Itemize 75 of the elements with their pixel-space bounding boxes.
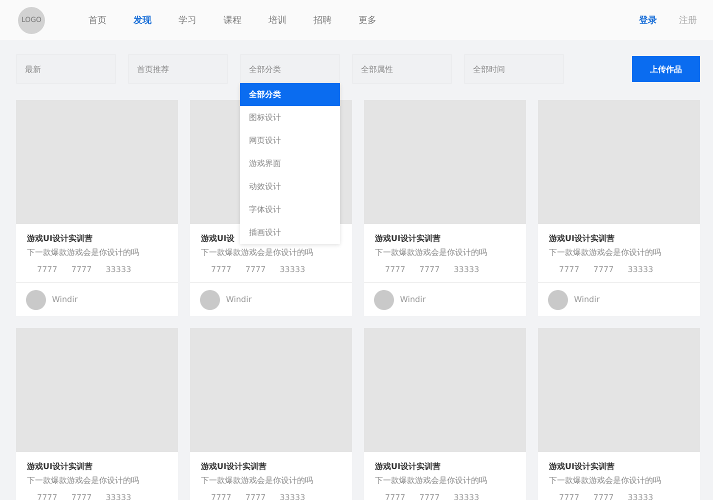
dropdown-option[interactable]: 插画设计	[240, 221, 340, 244]
author-name[interactable]: Windir	[400, 295, 426, 304]
nav-link[interactable]: 发现	[120, 14, 165, 26]
nav-link[interactable]: 首页	[75, 14, 120, 26]
stat-count: 7777	[245, 265, 266, 274]
stat-count: 33333	[628, 493, 654, 500]
card-description: 下一款爆款游戏会是你设计的吗	[27, 247, 140, 258]
stat-count: 33333	[280, 265, 306, 274]
card-description: 下一款爆款游戏会是你设计的吗	[27, 475, 140, 486]
cover-image[interactable]	[16, 328, 178, 452]
stat-count: 7777	[419, 265, 440, 274]
author-name[interactable]: Windir	[574, 295, 600, 304]
avatar-icon[interactable]	[548, 290, 568, 310]
card-title[interactable]: 游戏UI设计实训营	[201, 461, 341, 472]
nav-link[interactable]: 培训	[255, 14, 300, 26]
nav-link[interactable]: 学习	[165, 14, 210, 26]
stat-count: 33333	[280, 493, 306, 500]
stat-count: 7777	[245, 493, 266, 500]
card-description: 下一款爆款游戏会是你设计的吗	[375, 247, 488, 258]
stat-count: 33333	[106, 265, 132, 274]
stat-count: 7777	[211, 265, 232, 274]
card-title[interactable]: 游戏UI设计实训营	[549, 233, 689, 244]
dropdown-option[interactable]: 全部分类	[240, 83, 340, 106]
filter-select[interactable]: 首页推荐	[128, 54, 228, 84]
dropdown-option[interactable]: 字体设计	[240, 198, 340, 221]
card-title[interactable]: 游戏UI设计实训营	[27, 233, 167, 244]
filter-select[interactable]: 全部属性	[352, 54, 452, 84]
stat-count: 7777	[559, 493, 580, 500]
card-description: 下一款爆款游戏会是你设计的吗	[375, 475, 488, 486]
stat-count: 33333	[454, 265, 480, 274]
nav-link[interactable]: 招聘	[300, 14, 345, 26]
cover-image[interactable]	[190, 328, 352, 452]
avatar-icon[interactable]	[374, 290, 394, 310]
filter-select[interactable]: 最新	[16, 54, 116, 84]
card-description: 下一款爆款游戏会是你设计的吗	[201, 475, 314, 486]
card-description: 下一款爆款游戏会是你设计的吗	[201, 247, 314, 258]
dropdown-option[interactable]: 网页设计	[240, 129, 340, 152]
cover-image[interactable]	[16, 100, 178, 224]
stat-count: 7777	[385, 265, 406, 274]
auth-link[interactable]: 登录	[639, 14, 657, 26]
stat-count: 7777	[37, 493, 58, 500]
card-description: 下一款爆款游戏会是你设计的吗	[549, 475, 662, 486]
card-title[interactable]: 游戏UI设计实训营	[27, 461, 167, 472]
card-description: 下一款爆款游戏会是你设计的吗	[549, 247, 662, 258]
stat-count: 7777	[71, 493, 92, 500]
filter-select[interactable]: 全部分类	[240, 54, 340, 84]
stat-count: 7777	[37, 265, 58, 274]
author-name[interactable]: Windir	[52, 295, 78, 304]
stat-count: 7777	[593, 265, 614, 274]
cover-image[interactable]	[538, 100, 700, 224]
stat-count: 7777	[559, 265, 580, 274]
nav-link[interactable]: 课程	[210, 14, 255, 26]
stat-count: 7777	[385, 493, 406, 500]
cover-image[interactable]	[364, 328, 526, 452]
stat-count: 7777	[593, 493, 614, 500]
stat-count: 7777	[71, 265, 92, 274]
nav-link[interactable]: 更多	[345, 14, 390, 26]
avatar-icon[interactable]	[200, 290, 220, 310]
dropdown-option[interactable]: 动效设计	[240, 175, 340, 198]
card-title[interactable]: 游戏UI设计实训营	[375, 461, 515, 472]
cover-image[interactable]	[538, 328, 700, 452]
stat-count: 33333	[454, 493, 480, 500]
upload-button[interactable]: 上传作品	[632, 56, 700, 82]
dropdown-option[interactable]: 图标设计	[240, 106, 340, 129]
stat-count: 7777	[419, 493, 440, 500]
card-title[interactable]: 游戏UI设计实训营	[375, 233, 515, 244]
dropdown-option[interactable]: 游戏界面	[240, 152, 340, 175]
author-name[interactable]: Windir	[226, 295, 252, 304]
cover-image[interactable]	[364, 100, 526, 224]
avatar-icon[interactable]	[26, 290, 46, 310]
card-title[interactable]: 游戏UI设计实训营	[549, 461, 689, 472]
stat-count: 33333	[628, 265, 654, 274]
filter-select[interactable]: 全部时间	[464, 54, 564, 84]
stat-count: 33333	[106, 493, 132, 500]
stat-count: 7777	[211, 493, 232, 500]
